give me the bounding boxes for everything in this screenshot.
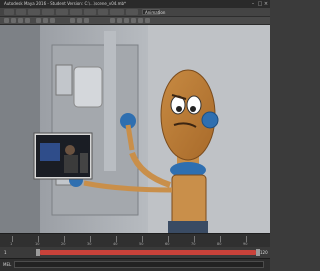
textured-icon[interactable] — [131, 18, 136, 23]
robot-pupil-left — [176, 106, 182, 112]
menu-key[interactable] — [98, 9, 108, 15]
frame-label: 80 — [217, 242, 222, 246]
command-input[interactable] — [14, 261, 264, 268]
video-person-body — [64, 155, 78, 173]
menu-select[interactable] — [42, 9, 54, 15]
frame-label: 20 — [61, 242, 66, 246]
mode-dropdown[interactable]: Animation — [142, 9, 165, 15]
lighting-icon[interactable] — [138, 18, 143, 23]
reference-video-inset[interactable] — [33, 132, 93, 180]
robot-pupil-right — [190, 106, 196, 112]
frame-label: 60 — [165, 242, 170, 246]
close-icon[interactable]: × — [263, 1, 269, 7]
range-start-field[interactable]: 1 — [4, 249, 7, 256]
frame-label: 90 — [243, 242, 248, 246]
snap-point-icon[interactable] — [50, 18, 55, 23]
vault-bar — [104, 31, 116, 171]
robot-torso — [171, 174, 207, 226]
video-monitor — [40, 143, 60, 161]
range-track[interactable] — [40, 250, 256, 255]
range-end-field[interactable]: 120 — [260, 249, 268, 256]
viewport-scene — [0, 25, 270, 233]
frame-label: 1 — [10, 242, 13, 246]
shadows-icon[interactable] — [145, 18, 150, 23]
menu-windows[interactable] — [84, 9, 96, 15]
menu-display[interactable] — [70, 9, 82, 15]
3d-viewport[interactable] — [0, 25, 270, 233]
menu-visualize[interactable] — [126, 9, 138, 15]
robot-ear — [201, 111, 219, 129]
command-language-label[interactable]: MEL — [3, 261, 11, 269]
frame-label: 50 — [139, 242, 144, 246]
vault-handle — [73, 66, 103, 108]
scale-tool-icon[interactable] — [25, 18, 30, 23]
video-person-head — [65, 145, 75, 155]
menu-file[interactable] — [4, 9, 14, 15]
tool-shelf — [0, 17, 270, 25]
wireframe-icon[interactable] — [117, 18, 122, 23]
video-person-two — [80, 153, 88, 173]
menu-modify[interactable] — [56, 9, 68, 15]
minimize-icon[interactable]: – — [250, 1, 256, 7]
menu-edit[interactable] — [16, 9, 26, 15]
vault-hinge-top — [55, 64, 73, 96]
menu-playback[interactable] — [110, 9, 124, 15]
menu-bar: Animation — [0, 8, 270, 17]
move-tool-icon[interactable] — [11, 18, 16, 23]
frame-label: 30 — [87, 242, 92, 246]
menu-create[interactable] — [28, 9, 40, 15]
select-tool-icon[interactable] — [4, 18, 9, 23]
title-bar: Autodesk Maya 2016 - Student Version: C:… — [0, 0, 270, 8]
command-line: MEL — [0, 258, 270, 271]
frame-label: 10 — [35, 242, 40, 246]
snap-grid-icon[interactable] — [36, 18, 41, 23]
camera-icon[interactable] — [110, 18, 115, 23]
left-wall-shadow — [0, 25, 40, 233]
rotate-tool-icon[interactable] — [18, 18, 23, 23]
render-settings-icon[interactable] — [84, 18, 89, 23]
window-title: Autodesk Maya 2016 - Student Version: C:… — [4, 1, 127, 6]
robot-waist — [168, 221, 208, 233]
frame-label: 40 — [113, 242, 118, 246]
render-icon[interactable] — [70, 18, 75, 23]
ipr-render-icon[interactable] — [77, 18, 82, 23]
time-slider[interactable]: 1 10 20 30 40 50 60 70 80 90 — [0, 233, 270, 248]
smooth-shade-icon[interactable] — [124, 18, 129, 23]
frame-label: 70 — [191, 242, 196, 246]
snap-curve-icon[interactable] — [43, 18, 48, 23]
range-slider: 1 120 — [0, 247, 270, 258]
